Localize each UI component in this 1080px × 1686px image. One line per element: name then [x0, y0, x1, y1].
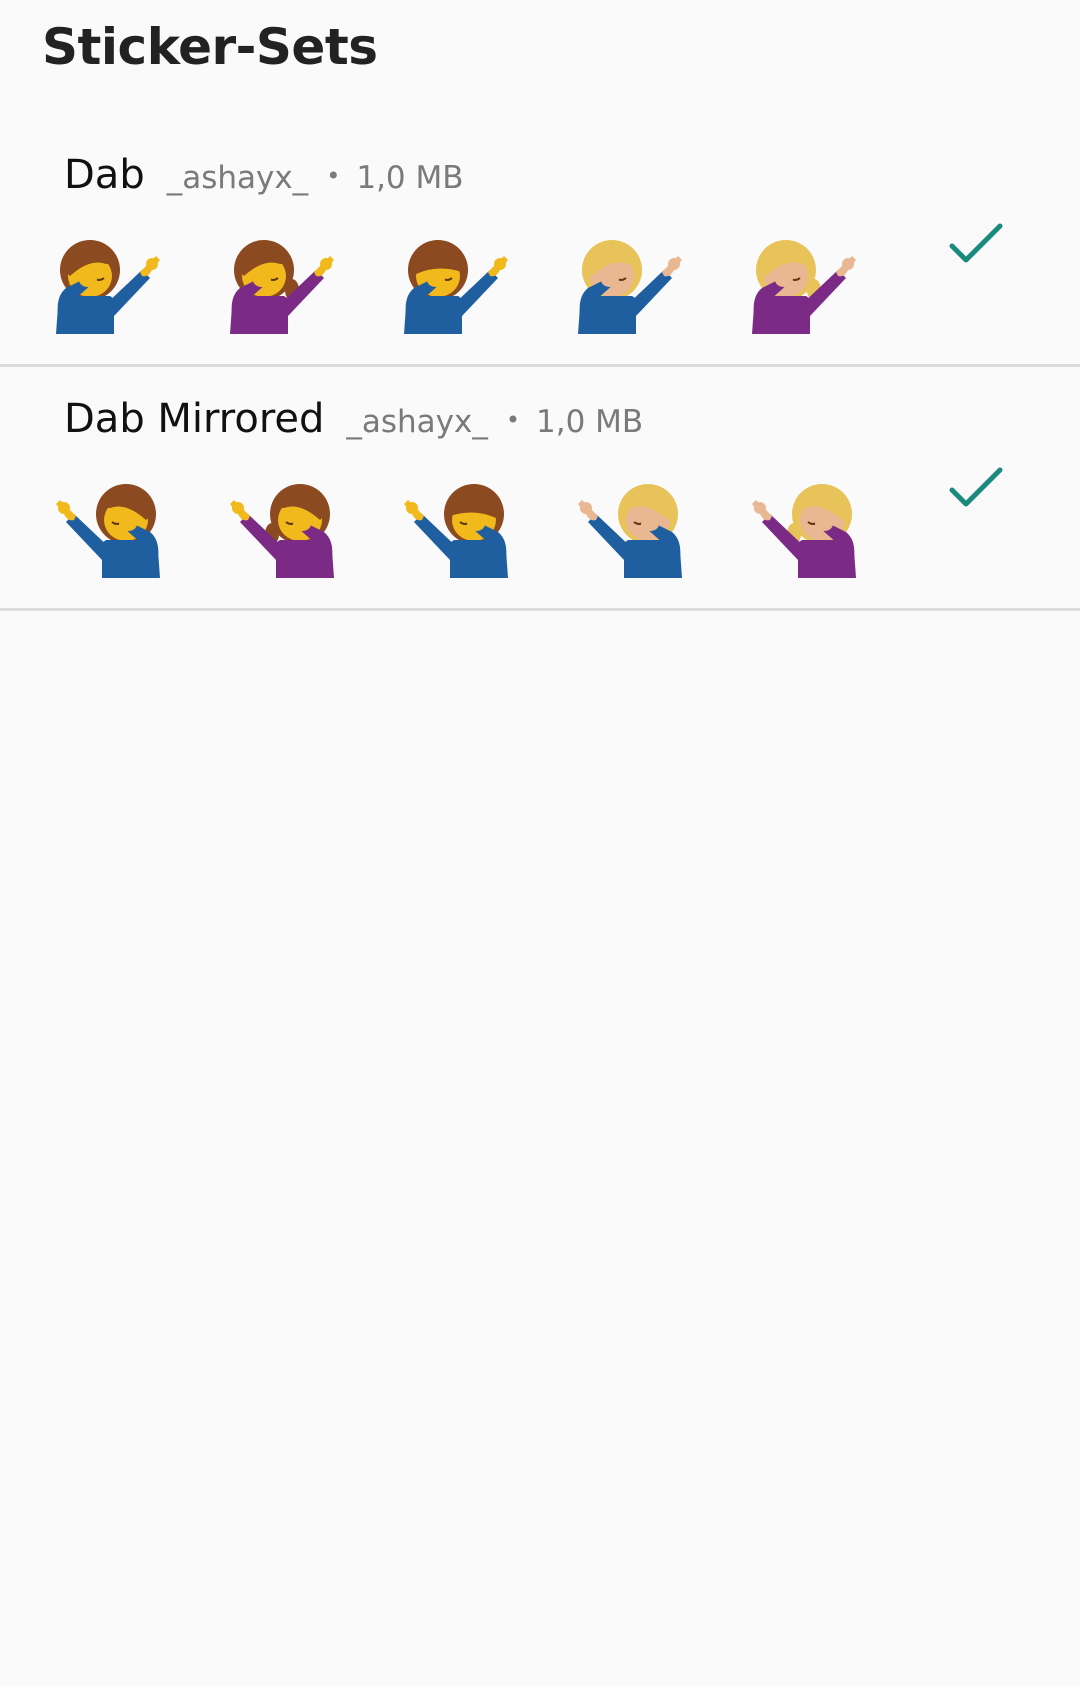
dab-boy-brown-mirrored-sticker: [52, 478, 164, 580]
dab-boy-blonde-mirrored-sticker: [574, 478, 686, 580]
pack-size: 1,0 MB: [356, 160, 464, 196]
dab-boy-brown-bangs-mirrored-sticker: [400, 478, 512, 580]
dab-girl-blonde-sticker: [748, 234, 860, 336]
pack-header: Dab _ashayx_ • 1,0 MB: [64, 152, 464, 198]
dab-boy-blonde-sticker: [574, 234, 686, 336]
dab-girl-blonde-mirrored-sticker: [748, 478, 860, 580]
dab-girl-brown-sticker: [226, 234, 338, 336]
dab-girl-brown-mirrored-sticker: [226, 478, 338, 580]
sticker-pack-dab[interactable]: Dab _ashayx_ • 1,0 MB: [0, 120, 1080, 367]
pack-name: Dab Mirrored: [64, 396, 325, 442]
pack-header: Dab Mirrored _ashayx_ • 1,0 MB: [64, 396, 643, 442]
dab-boy-brown-sticker: [52, 234, 164, 336]
page-title: Sticker-Sets: [42, 18, 378, 76]
pack-author: _ashayx_: [346, 404, 488, 440]
pack-size: 1,0 MB: [536, 404, 644, 440]
dab-boy-brown-bangs-sticker: [400, 234, 512, 336]
check-icon: [948, 466, 1004, 510]
pack-name: Dab: [64, 152, 145, 198]
pack-separator: •: [505, 406, 521, 434]
sticker-pack-dab-mirrored[interactable]: Dab Mirrored _ashayx_ • 1,0 MB: [0, 364, 1080, 611]
pack-author: _ashayx_: [166, 160, 309, 196]
pack-separator: •: [326, 162, 341, 190]
check-icon: [948, 222, 1004, 266]
